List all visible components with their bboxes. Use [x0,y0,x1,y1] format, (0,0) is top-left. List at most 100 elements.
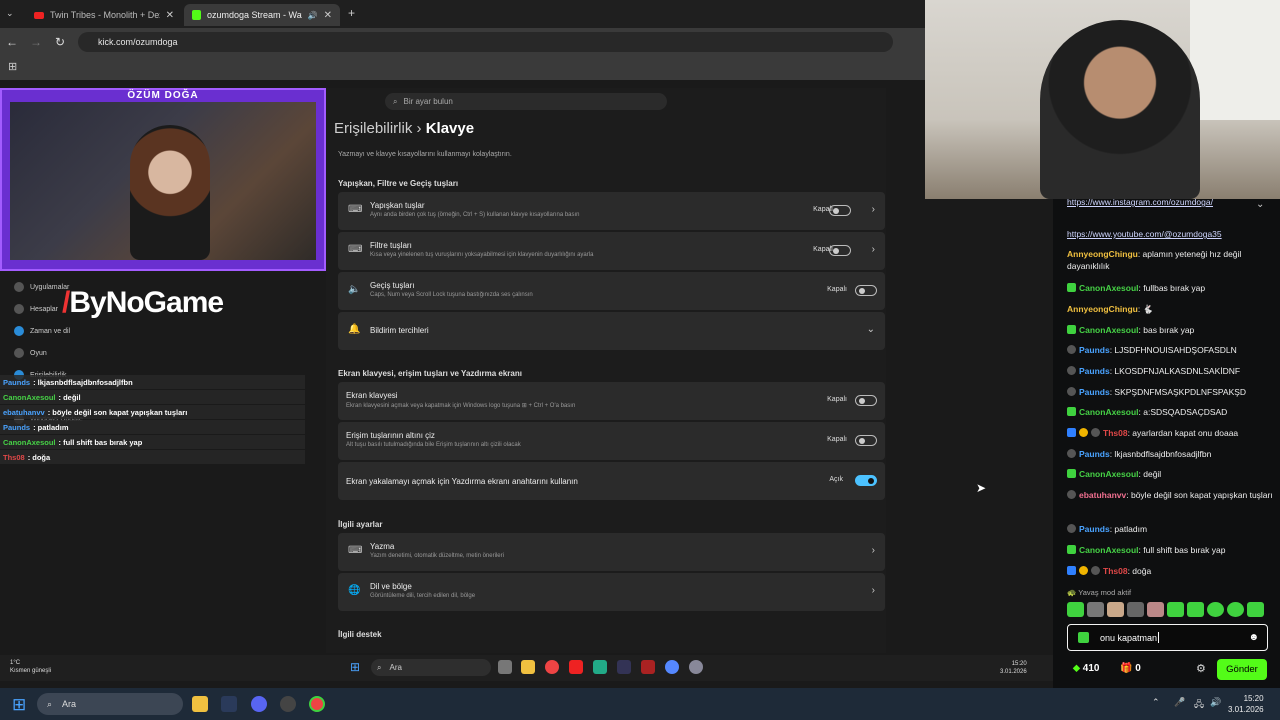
chat-input[interactable]: onu kapatman ☻ [1067,624,1268,651]
file-explorer-icon[interactable] [192,696,208,712]
chevron-down-icon[interactable]: ⌄ [1256,199,1264,210]
chat-username[interactable]: CanonAxesoul [1079,325,1139,335]
discord-icon[interactable] [251,696,267,712]
keyboard-icon: ⌨ [348,545,363,556]
chat-username[interactable]: Paunds [1079,387,1110,397]
tab-title: ozumdoga Stream - Watch [207,10,302,20]
overlay-msg: : full shift bas bırak yap [58,437,143,447]
chat-message: https://www.youtube.com/@ozumdoga35 [1067,228,1273,240]
gear-icon[interactable]: ⚙ [1196,662,1206,675]
app-icon [498,660,512,674]
chat-username[interactable]: AnnyeongChingu [1067,249,1138,259]
nav-label: Hesaplar [30,305,59,313]
chat-link[interactable]: https://www.youtube.com/@ozumdoga35 [1067,229,1222,239]
chat-username[interactable]: CanonAxesoul [1079,469,1139,479]
emote-icon[interactable] [1107,602,1124,617]
overlay-chat-line: CanonAxesoul: full shift bas bırak yap [0,435,305,449]
overlay-user: CanonAxesoul [3,392,56,402]
settings-intro: Yazmayı ve klavye kısayollarını kullanma… [338,151,512,158]
chat-username[interactable]: Paunds [1079,345,1110,355]
tab-list-icon[interactable]: ⌄ [6,8,14,19]
chat-message: ebatuhanvv: böyle değil son kapat yapışk… [1067,489,1273,501]
channel-points[interactable]: ⬥ 410 [1073,663,1099,674]
chevron-right-icon: › [871,545,875,556]
emote-icon[interactable] [1167,602,1184,617]
logo-text: ByNoGame [69,286,224,319]
breadcrumb-parent: Erişilebilirlik [334,120,413,137]
back-icon[interactable]: ← [0,35,24,49]
taskbar-search[interactable]: ⌕ Ara [37,693,183,715]
chat-username[interactable]: CanonAxesoul [1079,545,1139,555]
chat-username[interactable]: Paunds [1079,366,1110,376]
chevron-right-icon: › [871,244,875,255]
chat-text: : a:SDSQADSAÇDSAD [1138,407,1228,417]
volume-icon[interactable]: 🔊 [1210,697,1221,708]
emote-bar [1067,602,1273,618]
chat-username[interactable]: CanonAxesoul [1079,283,1139,293]
emote-icon[interactable] [1207,602,1224,617]
chevron-up-icon[interactable]: ⌃ [1152,697,1160,708]
close-tab-icon[interactable]: ✕ [324,10,332,21]
new-tab-button[interactable]: + [348,6,355,20]
chrome-icon[interactable] [309,696,325,712]
chat-username[interactable]: Paunds [1079,524,1110,534]
chat-username[interactable]: Paunds [1079,449,1110,459]
settings-row-language-region: 🌐 Dil ve bölge Görüntüleme dili, tercih … [338,573,885,611]
overlay-user: Ths08 [3,452,25,462]
search-label: Ara [62,699,77,709]
points-value: 410 [1082,663,1100,674]
verified-badge-icon [1067,428,1076,437]
speaker-icon[interactable]: 🔊 [308,11,318,20]
tab-kick-stream[interactable]: ozumdoga Stream - Watch 🔊 ✕ [184,4,340,26]
microphone-icon[interactable]: 🎤 [1174,697,1185,708]
row-desc: Aynı anda birden çok tuş (örneğin, Ctrl … [370,212,580,218]
reload-icon[interactable]: ↻ [48,35,72,49]
app-icon [641,660,655,674]
emoji-icon[interactable]: ☻ [1248,632,1259,643]
chat-link[interactable]: https://www.instagram.com/ozumdoga/ [1067,197,1213,207]
moon-badge-icon [1067,366,1076,375]
stream-taskbar-search: ⌕ Ara [371,659,491,676]
nav-label: Zaman ve dil [30,327,71,335]
apps-grid-icon[interactable]: ⊞ [8,60,17,73]
chat-text: : LJSDFHNOUISAHDŞOFASDLN [1109,345,1237,355]
emote-icon[interactable] [1087,602,1104,617]
forward-icon[interactable]: → [24,35,48,49]
send-button[interactable]: Gönder [1217,659,1267,680]
chat-username[interactable]: ebatuhanvv [1079,490,1126,500]
emote-icon[interactable] [1227,602,1244,617]
sponsor-logo: /ByNoGame [62,286,224,320]
overlay-chat-line: Paunds: patladım [0,420,305,434]
chat-username[interactable]: AnnyeongChingu [1067,304,1138,314]
network-icon[interactable]: 🖧 [1194,697,1204,713]
emote-icon[interactable] [1187,602,1204,617]
url-field[interactable]: kick.com/ozumdoga [78,32,893,52]
settings-row-toggle-keys: 🔈 Geçiş tuşları Caps, Num veya Scroll Lo… [338,272,885,310]
breadcrumb: Erişilebilirlik › Klavye [334,120,474,137]
toggle-switch [855,395,877,406]
steam-icon[interactable] [221,696,237,712]
chat-username[interactable]: Ths08 [1103,566,1128,576]
emote-icon[interactable] [1067,602,1084,617]
emote-icon[interactable] [1247,602,1264,617]
moon-badge-icon [1067,490,1076,499]
chat-username[interactable]: CanonAxesoul [1079,407,1139,417]
chat-username[interactable]: Ths08 [1103,428,1128,438]
close-tab-icon[interactable]: ✕ [166,10,174,21]
tab-twin-tribes[interactable]: Twin Tribes - Monolith + Dexte ✕ [26,4,182,26]
row-state: Kapalı [827,286,847,293]
overlay-msg: : değil [58,392,81,402]
chevron-right-icon: › [871,585,875,596]
steam-icon [617,660,631,674]
app-icon[interactable] [280,696,296,712]
taskbar-clock[interactable]: 15:20 3.01.2026 [1228,693,1264,715]
row-title: Filtre tuşları [370,241,412,250]
windows-start-icon[interactable]: ⊞ [12,695,26,715]
tab-title: Twin Tribes - Monolith + Dexte [49,10,160,20]
row-state: Açık [829,476,843,483]
gift-subs[interactable]: 🎁 0 [1120,663,1141,674]
moon-badge-icon [1067,387,1076,396]
emote-icon[interactable] [1127,602,1144,617]
emote-icon[interactable] [1147,602,1164,617]
row-desc: Kısa veya yinelenen tuş vuruşlarını yoks… [370,252,594,258]
